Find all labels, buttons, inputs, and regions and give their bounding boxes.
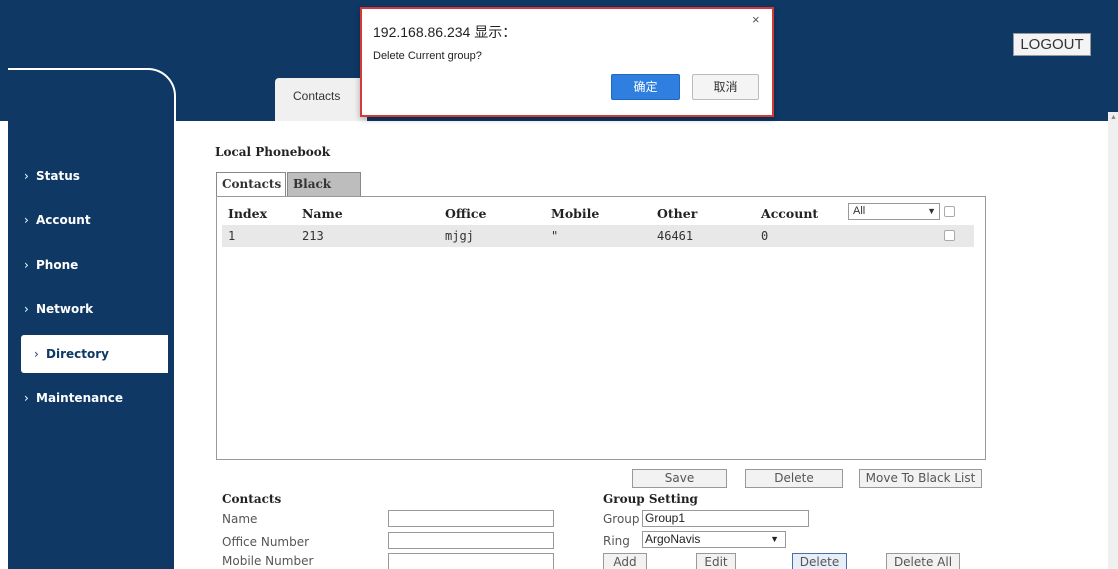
sidebar-item-account[interactable]: › Account bbox=[0, 201, 166, 239]
ring-select[interactable]: ArgoNavis ▼ bbox=[642, 531, 786, 548]
sidebar-item-status[interactable]: › Status bbox=[0, 157, 166, 195]
tab-contacts[interactable]: Contacts bbox=[275, 78, 367, 121]
sidebar-item-phone[interactable]: › Phone bbox=[0, 246, 166, 284]
cell-other: 46461 bbox=[657, 229, 694, 243]
sidebar-item-directory[interactable]: › Directory bbox=[21, 335, 168, 373]
chevron-right-icon: › bbox=[24, 302, 29, 316]
ok-button[interactable]: 确定 bbox=[611, 74, 680, 100]
contacts-form-title: Contacts bbox=[222, 492, 282, 506]
cell-office: mjgj bbox=[445, 229, 474, 243]
dialog-message: Delete Current group? bbox=[373, 50, 482, 62]
sidebar-item-maintenance[interactable]: › Maintenance bbox=[0, 379, 166, 417]
table-row[interactable] bbox=[222, 225, 974, 247]
scroll-up-icon[interactable]: ▲ bbox=[1110, 114, 1117, 121]
cell-account: 0 bbox=[761, 229, 769, 243]
edit-group-button[interactable]: Edit bbox=[696, 553, 736, 569]
column-header-index: Index bbox=[228, 206, 268, 221]
cancel-button[interactable]: 取消 bbox=[692, 74, 759, 100]
add-group-button[interactable]: Add bbox=[603, 553, 647, 569]
tab-black-list[interactable]: Black List bbox=[287, 172, 361, 213]
row-checkbox[interactable] bbox=[944, 230, 955, 241]
name-field[interactable] bbox=[388, 510, 554, 527]
account-filter-select[interactable]: All ▼ bbox=[848, 203, 940, 220]
page-title: Local Phonebook bbox=[215, 145, 331, 159]
chevron-right-icon: › bbox=[24, 213, 29, 227]
chevron-down-icon: ▼ bbox=[770, 534, 779, 544]
column-header-other: Other bbox=[657, 206, 698, 221]
sidebar-item-label: Account bbox=[36, 213, 91, 227]
delete-group-button[interactable]: Delete bbox=[792, 553, 847, 569]
logout-button[interactable]: LOGOUT bbox=[1013, 33, 1091, 56]
cell-name: 213 bbox=[302, 229, 324, 243]
office-number-field[interactable] bbox=[388, 532, 554, 549]
mobile-number-field[interactable] bbox=[388, 553, 554, 569]
sidebar-item-label: Maintenance bbox=[36, 391, 124, 405]
save-button[interactable]: Save bbox=[632, 469, 727, 488]
chevron-right-icon: › bbox=[24, 258, 29, 272]
ring-select-value: ArgoNavis bbox=[645, 532, 701, 546]
group-label: Group bbox=[603, 512, 640, 526]
confirm-dialog: 192.168.86.234 显示： × Delete Current grou… bbox=[360, 7, 774, 117]
delete-all-groups-button[interactable]: Delete All bbox=[886, 553, 960, 569]
select-all-checkbox[interactable] bbox=[944, 206, 955, 217]
ring-label: Ring bbox=[603, 534, 630, 548]
close-icon[interactable]: × bbox=[752, 12, 760, 27]
column-header-name: Name bbox=[302, 206, 343, 221]
account-filter-value: All bbox=[853, 205, 866, 217]
sidebar-item-label: Status bbox=[36, 169, 80, 183]
delete-contact-button[interactable]: Delete bbox=[745, 469, 843, 488]
tab-contacts-list[interactable]: Contacts bbox=[216, 172, 286, 197]
dialog-title: 192.168.86.234 显示： bbox=[373, 24, 517, 40]
column-header-office: Office bbox=[445, 206, 487, 221]
cell-mobile: " bbox=[551, 229, 559, 243]
sidebar-item-label: Directory bbox=[46, 347, 109, 361]
group-setting-title: Group Setting bbox=[603, 492, 698, 506]
sidebar-item-label: Network bbox=[36, 302, 94, 316]
column-header-mobile: Mobile bbox=[551, 206, 600, 221]
chevron-right-icon: › bbox=[24, 169, 29, 183]
chevron-down-icon: ▼ bbox=[927, 206, 936, 216]
column-header-account: Account bbox=[761, 206, 819, 221]
move-to-black-list-button[interactable]: Move To Black List bbox=[859, 469, 982, 488]
chevron-right-icon: › bbox=[34, 347, 39, 361]
mobile-number-label: Mobile Number bbox=[222, 554, 314, 568]
page-scrollbar[interactable]: ▲ bbox=[1108, 112, 1118, 569]
cell-index: 1 bbox=[228, 229, 236, 243]
sidebar-item-network[interactable]: › Network bbox=[0, 290, 166, 328]
sidebar-item-label: Phone bbox=[36, 258, 79, 272]
name-label: Name bbox=[222, 512, 258, 526]
office-number-label: Office Number bbox=[222, 535, 310, 549]
chevron-right-icon: › bbox=[24, 391, 29, 405]
group-name-field[interactable]: Group1 bbox=[642, 510, 809, 527]
